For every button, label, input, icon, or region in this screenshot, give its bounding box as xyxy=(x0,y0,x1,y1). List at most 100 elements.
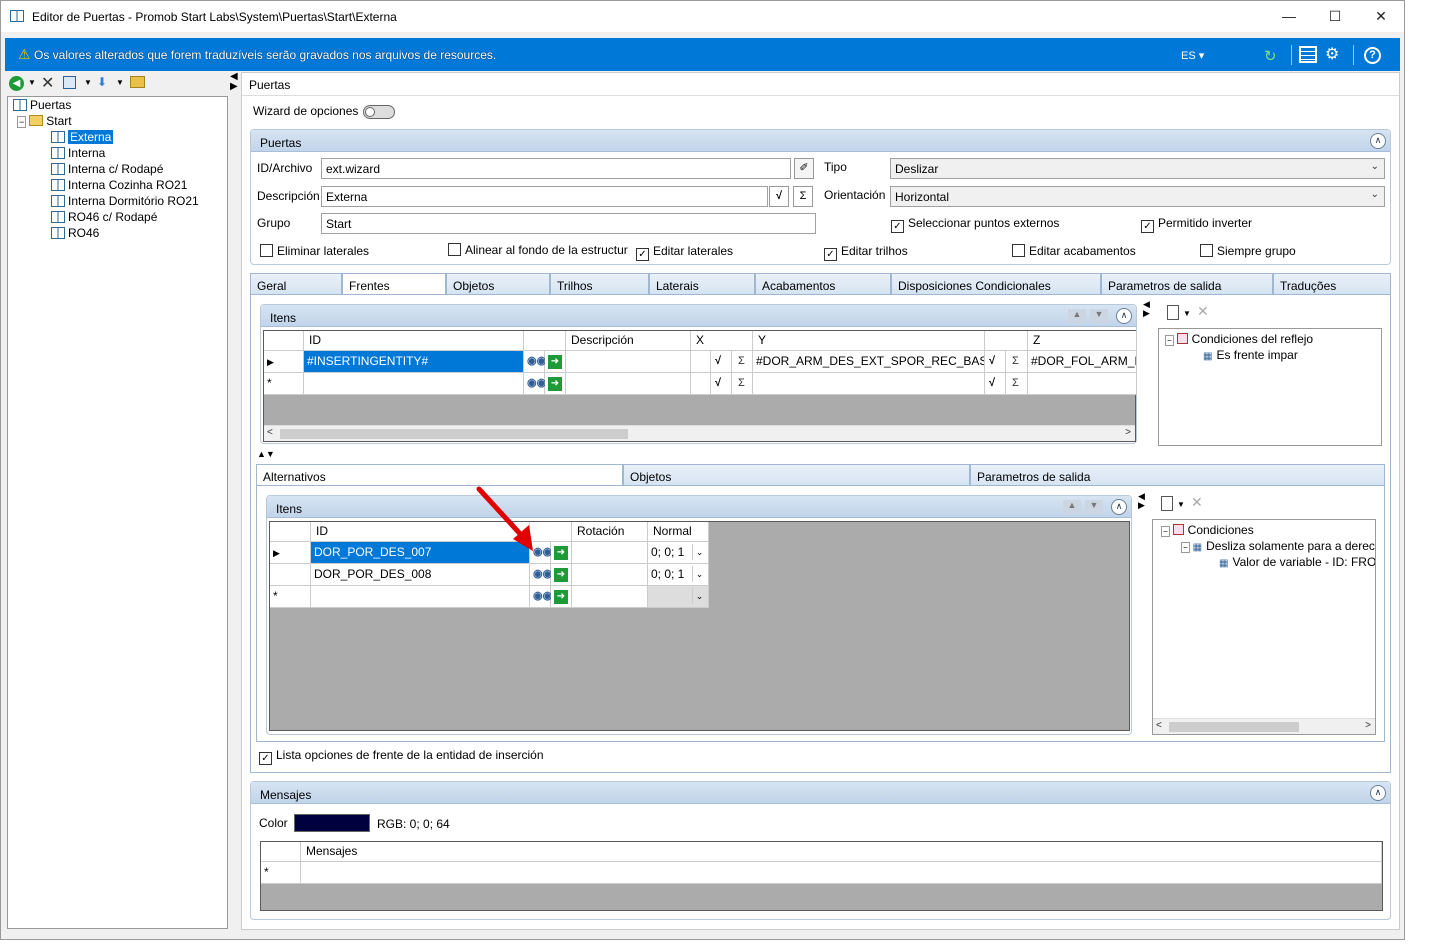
go-icon[interactable]: ➜ xyxy=(554,546,568,560)
binoculars-icon[interactable]: ◉◉ xyxy=(533,567,552,580)
normal-cell[interactable]: ⌄ xyxy=(648,586,709,608)
tree-item-interna-dormitorio[interactable]: Interna Dormitório RO21 xyxy=(51,194,199,209)
delete-condition-icon[interactable]: ✕ xyxy=(1197,303,1209,320)
move-down-row-icon[interactable]: ▼ xyxy=(1090,309,1108,323)
row-selector[interactable]: ▶ xyxy=(264,351,304,373)
id-field[interactable]: ext.wizard xyxy=(321,158,791,179)
go-icon[interactable]: ➜ xyxy=(554,568,568,582)
normal-cell[interactable]: 0; 0; 1 ⌄ xyxy=(648,564,709,586)
tipo-select[interactable]: Deslizar ⌄ xyxy=(890,158,1385,179)
go-icon[interactable]: ➜ xyxy=(548,377,562,391)
tree-node-variable-value[interactable]: ▦Valor de variable - ID: FRONT xyxy=(1219,555,1375,569)
color-swatch[interactable] xyxy=(294,814,370,832)
formula-icon[interactable]: √ xyxy=(989,355,995,367)
help-icon[interactable]: ? xyxy=(1364,47,1381,64)
binoculars-icon[interactable]: ◉◉ xyxy=(527,354,546,367)
go-icon[interactable]: ➜ xyxy=(554,590,568,604)
new-message-cell[interactable] xyxy=(301,862,1382,884)
expand-right-icon[interactable]: ▶ xyxy=(1138,500,1145,511)
expand-right-icon[interactable]: ▶ xyxy=(230,81,238,92)
tree-item-interna-cozinha[interactable]: Interna Cozinha RO21 xyxy=(51,178,187,193)
orientation-select[interactable]: Horizontal ⌄ xyxy=(890,186,1385,207)
horizontal-scrollbar[interactable]: < > xyxy=(264,425,1135,441)
tab-trilhos[interactable]: Trilhos xyxy=(550,273,649,295)
rotation-cell[interactable] xyxy=(572,564,648,586)
col-y[interactable]: Y xyxy=(753,331,985,351)
back-icon[interactable]: ◀ xyxy=(9,76,24,91)
normal-cell[interactable]: 0; 0; 1 ⌄ xyxy=(648,542,709,564)
expand-right-icon[interactable]: ▶ xyxy=(1143,308,1150,319)
formula-icon[interactable]: √ xyxy=(769,186,789,207)
new-row-id-cell[interactable] xyxy=(311,586,530,608)
tab-traducoes[interactable]: Traduções xyxy=(1273,273,1391,295)
tab-laterais[interactable]: Laterais xyxy=(649,273,755,295)
tree-node-conditions[interactable]: − Condiciones xyxy=(1161,523,1254,537)
formula-icon[interactable]: √ xyxy=(715,377,721,389)
select-external-points-checkbox[interactable]: ✓ Seleccionar puntos externos xyxy=(891,216,1059,233)
sigma-icon[interactable]: Σ xyxy=(1012,377,1019,389)
row-selector[interactable] xyxy=(270,564,311,586)
folder-refresh-icon[interactable] xyxy=(130,76,145,88)
tree-item-puertas[interactable]: Puertas xyxy=(13,98,71,113)
tree-item-interna[interactable]: Interna xyxy=(51,146,105,161)
delete-icon[interactable]: ✕ xyxy=(41,73,54,93)
collapse-icon[interactable]: ∧ xyxy=(1111,499,1127,515)
new-condition-icon[interactable] xyxy=(1161,496,1173,511)
list-front-options-checkbox[interactable]: ✓ Lista opciones de frente de la entidad … xyxy=(259,748,544,765)
col-id[interactable]: ID xyxy=(304,331,524,351)
close-button[interactable]: ✕ xyxy=(1358,1,1404,32)
edit-finishes-checkbox[interactable]: Editar acabamentos xyxy=(1012,244,1136,258)
new-row-selector[interactable]: * xyxy=(270,586,311,608)
formula-icon[interactable]: √ xyxy=(989,377,995,389)
sigma-icon[interactable]: Σ xyxy=(1012,355,1019,367)
tree-node-odd-front[interactable]: ▦ Es frente impar xyxy=(1203,348,1298,362)
remove-laterals-checkbox[interactable]: Eliminar laterales xyxy=(260,244,369,258)
refresh-icon[interactable]: ↻ xyxy=(1264,47,1277,65)
move-up-icon[interactable]: ▲ xyxy=(1063,500,1081,514)
tab-objetos[interactable]: Objetos xyxy=(446,273,550,295)
collapse-icon[interactable]: ∧ xyxy=(1370,785,1386,801)
copy-dropdown-icon[interactable]: ▼ xyxy=(84,78,92,87)
settings-icon[interactable]: ⚙ xyxy=(1325,44,1339,64)
file-browse-icon[interactable]: ✐ xyxy=(794,158,814,179)
move-down-row-icon[interactable]: ▼ xyxy=(1085,500,1103,514)
tree-item-externa[interactable]: Externa xyxy=(51,130,114,145)
sigma-icon[interactable]: Σ xyxy=(738,377,745,389)
copy-icon[interactable] xyxy=(63,76,76,89)
always-group-checkbox[interactable]: Siempre grupo xyxy=(1200,244,1296,258)
move-down-icon[interactable]: ⬇ xyxy=(97,75,107,89)
go-icon[interactable]: ➜ xyxy=(548,355,562,369)
tree-node-slide-right[interactable]: − ▦ Desliza solamente para a derecha xyxy=(1181,539,1375,553)
tree-item-ro46[interactable]: RO46 xyxy=(51,226,99,241)
maximize-button[interactable]: ☐ xyxy=(1312,1,1358,32)
chevron-down-icon[interactable]: ⌄ xyxy=(692,588,706,604)
tree-item-interna-rodape[interactable]: Interna c/ Rodapé xyxy=(51,162,163,177)
align-bottom-checkbox[interactable]: Alinear al fondo de la estructur xyxy=(448,243,628,257)
col-description[interactable]: Descripción xyxy=(566,331,691,351)
row-id-cell[interactable]: DOR_POR_DES_008 xyxy=(311,564,530,586)
delete-condition-icon[interactable]: ✕ xyxy=(1191,494,1203,511)
move-up-icon[interactable]: ▲ xyxy=(1068,309,1086,323)
chevron-down-icon[interactable]: ⌄ xyxy=(692,544,706,560)
tab-objetos-sub[interactable]: Objetos xyxy=(623,464,970,486)
formula-icon[interactable]: √ xyxy=(715,355,721,367)
new-row-selector[interactable]: * xyxy=(261,862,301,884)
language-selector[interactable]: ES ▾ xyxy=(1181,49,1204,62)
col-normal[interactable]: Normal xyxy=(648,522,709,542)
binoculars-icon[interactable]: ◉◉ xyxy=(533,589,552,602)
group-field[interactable]: Start xyxy=(321,213,816,234)
minimize-button[interactable]: — xyxy=(1266,1,1312,32)
tab-geral[interactable]: Geral xyxy=(250,273,342,295)
col-mensajes[interactable]: Mensajes xyxy=(301,842,1382,862)
col-rotation[interactable]: Rotación xyxy=(572,522,648,542)
new-row-selector[interactable]: * xyxy=(264,373,304,395)
col-x[interactable]: X xyxy=(691,331,753,351)
row-id-cell[interactable]: #INSERTINGENTITY# xyxy=(304,351,524,373)
row-selector[interactable]: ▶ xyxy=(270,542,311,564)
back-dropdown-icon[interactable]: ▼ xyxy=(28,78,36,87)
col-z[interactable]: Z xyxy=(1028,331,1137,351)
collapse-icon[interactable]: ∧ xyxy=(1370,133,1386,149)
new-condition-icon[interactable] xyxy=(1167,305,1179,320)
rotation-cell[interactable] xyxy=(572,542,648,564)
description-field[interactable]: Externa xyxy=(321,186,768,207)
